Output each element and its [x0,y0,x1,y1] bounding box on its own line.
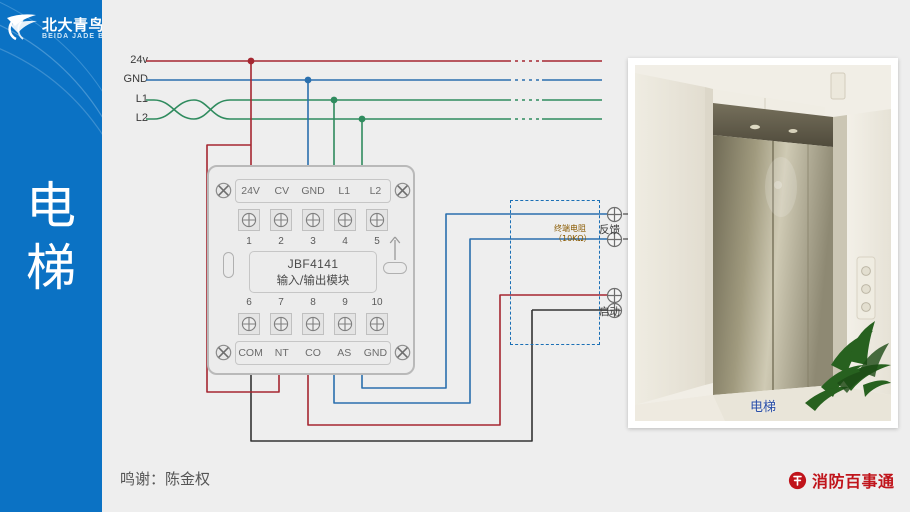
terminal-resistor-label: 终端电阻 （10KΩ） [554,224,602,244]
elevator-photo: 电梯 [635,65,891,421]
brand-text: 消防百事通 [812,472,895,491]
elevator-photo-card: 电梯 [628,58,898,428]
logo-text-cn: 北大青鸟 [42,16,102,34]
page-title-char-2: 梯 [26,239,76,297]
diagram-canvas: 24v GND L1 L2 .w { fill:none; stroke-wid… [102,0,910,512]
sidebar: 北大青鸟 BEIDA JADE BIRD 电 梯 [0,0,102,512]
credit-text: 鸣谢：陈金权 [120,470,211,488]
brand-logo: 消防百事通 [788,468,895,492]
logo-text-en: BEIDA JADE BIRD [42,33,102,40]
fire-safety-badge-icon [788,471,807,489]
photo-caption: 电梯 [749,400,776,415]
resistor-label-line1: 终端电阻 [554,224,586,233]
slide-root: 北大青鸟 BEIDA JADE BIRD 电 梯 24v GND L1 L2 .… [0,0,910,512]
elevator-photo-illustration [635,65,891,421]
page-title-char-1: 电 [26,177,76,235]
resistor-label-line2: （10KΩ） [554,234,592,243]
page-title: 电 梯 [0,175,102,299]
logo: 北大青鸟 BEIDA JADE BIRD [6,8,102,52]
jade-bird-logo-icon [7,14,37,41]
